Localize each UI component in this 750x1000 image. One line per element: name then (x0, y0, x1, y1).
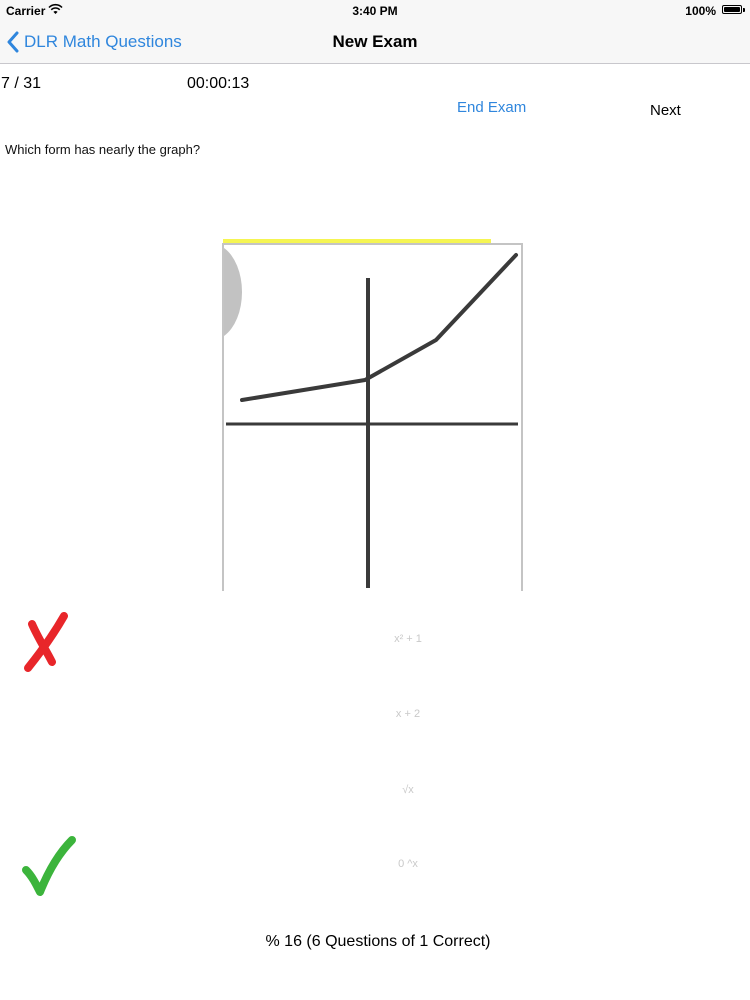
battery-percent: 100% (685, 4, 716, 18)
exam-timer: 00:00:13 (187, 75, 250, 92)
exam-screen: Carrier 3:40 PM 100% DLR Math Questions … (0, 0, 750, 1000)
clock-label: 3:40 PM (352, 4, 398, 18)
question-progress: 7 / 31 (1, 75, 42, 92)
next-button[interactable]: Next (650, 102, 681, 119)
end-exam-button[interactable]: End Exam (457, 99, 526, 116)
navigation-bar: DLR Math Questions New Exam (0, 22, 750, 64)
battery-icon (722, 5, 742, 14)
answer-label: 0 ^x (398, 858, 418, 870)
x-mark-icon (24, 612, 68, 672)
status-bar: Carrier 3:40 PM 100% (0, 0, 750, 22)
graph-image (222, 239, 523, 591)
answer-option-4[interactable]: 0 ^x (0, 836, 750, 896)
battery-nub (743, 8, 745, 12)
page-title: New Exam (332, 32, 418, 51)
answer-option-3[interactable]: √x (0, 762, 750, 822)
question-text: Which form has nearly the graph? (5, 142, 201, 157)
answer-label: x + 2 (395, 708, 421, 720)
answer-label: x² + 1 (394, 633, 422, 645)
score-summary: % 16 (6 Questions of 1 Correct) (265, 933, 491, 950)
answer-option-1[interactable]: x² + 1 (0, 610, 750, 670)
answer-label: √x (402, 784, 414, 796)
answer-option-2[interactable]: x + 2 (0, 686, 750, 746)
check-mark-icon (22, 836, 76, 896)
highlight-bar (223, 239, 491, 243)
